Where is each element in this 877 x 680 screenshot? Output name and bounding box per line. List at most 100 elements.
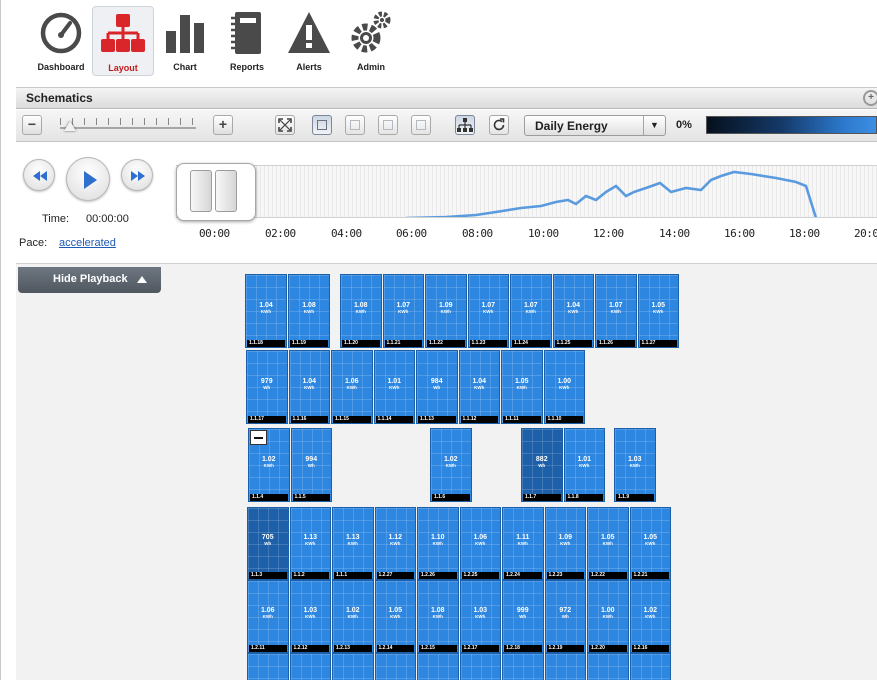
play-button[interactable] <box>66 157 110 201</box>
solar-panel[interactable]: 979 Wh 1.1.17 <box>246 350 288 424</box>
panel-id: 1.1.7 <box>523 494 561 501</box>
panel-value: 1.02 <box>261 456 276 463</box>
solar-panel[interactable]: 1.13 KWh 1.1.2 <box>289 507 331 580</box>
panel-view-button[interactable] <box>312 115 332 135</box>
zoom-slider-thumb[interactable] <box>64 121 76 131</box>
panel-unit: KWh <box>347 614 358 619</box>
panel-value: 882 <box>535 456 548 463</box>
solar-panel[interactable] <box>587 653 629 680</box>
panel-value: 1.04 <box>566 302 581 309</box>
solar-panel[interactable]: 1.03 KWh 1.2.12 <box>289 580 331 653</box>
panel-unit: Wh <box>519 614 527 619</box>
solar-panel[interactable]: 1.02 KWh 1.1.6 <box>430 428 472 502</box>
nav-reports[interactable]: Reports <box>216 6 278 76</box>
hide-playback-button[interactable]: Hide Playback <box>18 267 161 293</box>
panel-unit: KWh <box>560 541 571 546</box>
solar-panel[interactable]: 1.07 KWh 1.1.26 <box>595 274 637 348</box>
solar-panel[interactable]: 1.04 KWh 1.1.16 <box>288 350 330 424</box>
solar-panel[interactable] <box>417 653 459 680</box>
fit-to-screen-button[interactable] <box>275 115 295 135</box>
bring-front-button[interactable] <box>378 115 398 135</box>
send-back-button[interactable] <box>345 115 365 135</box>
solar-panel[interactable]: 1.04 KWh 1.1.25 <box>552 274 594 348</box>
zoom-slider[interactable] <box>60 127 196 129</box>
panel-id: 1.2.16 <box>631 645 669 652</box>
solar-panel[interactable]: 1.04 KWh 1.1.18 <box>245 274 287 348</box>
solar-panel[interactable]: 1.12 KWh 1.2.27 <box>374 507 416 580</box>
solar-panel[interactable]: 1.06 KWh 1.2.11 <box>247 580 289 653</box>
solar-panel[interactable] <box>629 653 671 680</box>
solar-panel[interactable] <box>247 653 289 680</box>
hierarchy-button[interactable] <box>455 115 475 135</box>
panel-unit: Wh <box>307 463 315 468</box>
solar-panel[interactable]: 1.07 KWh 1.1.23 <box>467 274 509 348</box>
panel-value: 994 <box>305 456 318 463</box>
refresh-button[interactable] <box>489 115 509 135</box>
zoom-out-button[interactable]: − <box>22 115 42 135</box>
solar-panel[interactable]: 1.00 KWh 1.1.10 <box>543 350 585 424</box>
solar-panel[interactable]: 1.03 KWh 1.1.9 <box>614 428 656 502</box>
nav-dashboard[interactable]: Dashboard <box>30 6 92 76</box>
solar-panel[interactable]: 1.05 KWh 1.2.14 <box>374 580 416 653</box>
solar-panel[interactable]: 1.09 KWh 1.1.22 <box>425 274 467 348</box>
solar-panel[interactable]: 1.03 KWh 1.2.17 <box>459 580 501 653</box>
solar-panel[interactable]: 1.05 KWh 1.2.22 <box>587 507 629 580</box>
zoom-in-icon[interactable]: + <box>863 90 877 106</box>
metric-select[interactable]: Daily Energy ▼ <box>524 115 666 136</box>
panel-id: 1.2.19 <box>546 645 584 652</box>
panel-id: 1.1.3 <box>249 572 287 579</box>
solar-panel[interactable]: 1.01 KWh 1.1.8 <box>563 428 605 502</box>
top-nav: Dashboard Layout Chart Reports Alerts Ad… <box>30 6 402 82</box>
solar-panel[interactable]: 1.09 KWh 1.2.23 <box>544 507 586 580</box>
nav-alerts[interactable]: Alerts <box>278 6 340 76</box>
solar-panel[interactable]: 1.07 KWh 1.1.21 <box>382 274 424 348</box>
panel-unit: KWh <box>516 385 527 390</box>
solar-panel[interactable] <box>459 653 501 680</box>
panel-unit: KWh <box>347 541 358 546</box>
solar-panel[interactable]: 1.06 KWh 1.1.15 <box>331 350 373 424</box>
solar-panel[interactable]: 1.11 KWh 1.2.24 <box>502 507 544 580</box>
nav-admin[interactable]: Admin <box>340 6 402 76</box>
image-button[interactable] <box>411 115 431 135</box>
solar-panel[interactable]: 1.08 KWh 1.2.15 <box>417 580 459 653</box>
solar-panel[interactable]: 1.08 KWh 1.1.20 <box>340 274 382 348</box>
solar-panel[interactable]: 705 Wh 1.1.3 <box>247 507 289 580</box>
panel-unit: KWh <box>602 614 613 619</box>
solar-panel[interactable]: 1.05 KWh 1.1.27 <box>637 274 679 348</box>
solar-panel[interactable]: 882 Wh 1.1.7 <box>521 428 563 502</box>
panel-id: 1.1.26 <box>597 340 635 347</box>
panel-value: 1.00 <box>600 607 615 614</box>
solar-panel[interactable] <box>374 653 416 680</box>
solar-panel[interactable]: 1.05 KWh 1.1.11 <box>501 350 543 424</box>
solar-panel[interactable]: 1.06 KWh 1.2.25 <box>459 507 501 580</box>
solar-panel[interactable]: 1.05 KWh 1.2.21 <box>629 507 671 580</box>
solar-panel[interactable]: 1.04 KWh 1.1.12 <box>458 350 500 424</box>
chevron-down-icon[interactable]: ▼ <box>643 116 665 135</box>
rewind-button[interactable] <box>23 159 55 191</box>
solar-panel[interactable]: 999 Wh 1.2.18 <box>502 580 544 653</box>
timeline-handle[interactable] <box>176 163 256 221</box>
solar-panel[interactable]: 1.00 KWh 1.2.20 <box>587 580 629 653</box>
nav-chart[interactable]: Chart <box>154 6 216 76</box>
collapse-group-button[interactable] <box>250 430 267 445</box>
solar-panel[interactable]: 972 Wh 1.2.19 <box>544 580 586 653</box>
solar-panel[interactable]: 1.02 KWh 1.2.16 <box>629 580 671 653</box>
solar-panel[interactable]: 1.13 KWh 1.1.1 <box>332 507 374 580</box>
solar-panel[interactable]: 1.10 KWh 1.2.26 <box>417 507 459 580</box>
solar-panel[interactable]: 984 Wh 1.1.13 <box>416 350 458 424</box>
solar-panel[interactable] <box>502 653 544 680</box>
timeline-track[interactable] <box>176 165 877 218</box>
pace-link[interactable]: accelerated <box>59 237 116 249</box>
zoom-slider-ticks <box>60 118 196 125</box>
solar-panel[interactable]: 1.01 KWh 1.1.14 <box>373 350 415 424</box>
nav-layout[interactable]: Layout <box>92 6 154 76</box>
zoom-in-button[interactable]: + <box>213 115 233 135</box>
solar-panel[interactable] <box>332 653 374 680</box>
solar-panel[interactable]: 994 Wh 1.1.5 <box>290 428 332 502</box>
solar-panel[interactable] <box>289 653 331 680</box>
fast-forward-button[interactable] <box>121 159 153 191</box>
solar-panel[interactable]: 1.07 KWh 1.1.24 <box>510 274 552 348</box>
solar-panel[interactable] <box>544 653 586 680</box>
solar-panel[interactable]: 1.02 KWh 1.2.13 <box>332 580 374 653</box>
solar-panel[interactable]: 1.08 KWh 1.1.19 <box>288 274 330 348</box>
